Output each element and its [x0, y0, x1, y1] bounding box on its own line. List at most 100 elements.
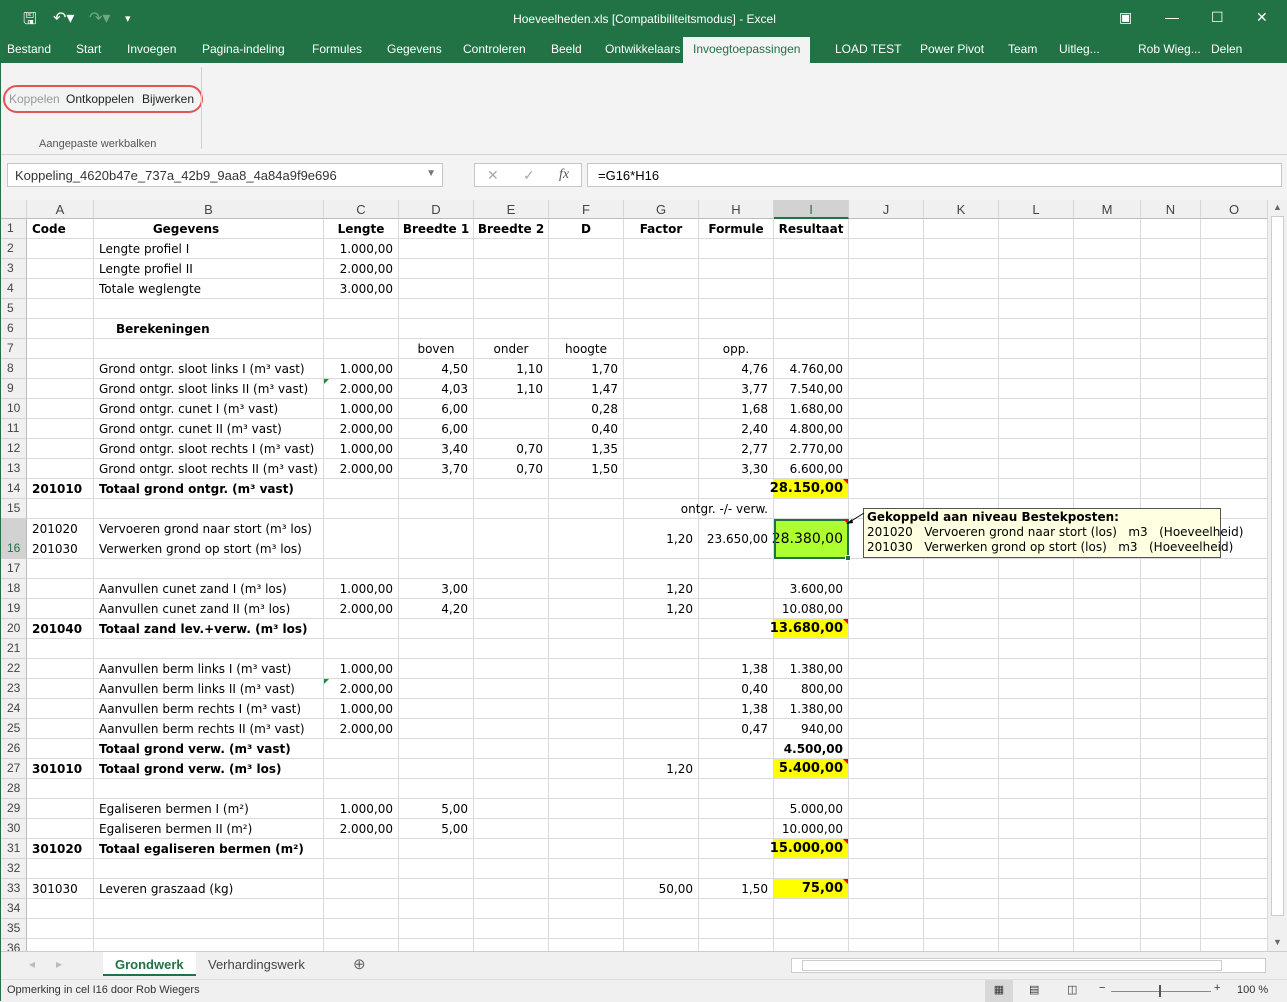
row-header[interactable]: 31: [1, 839, 27, 859]
cell[interactable]: [474, 859, 549, 879]
cell[interactable]: Totale weglengte: [94, 279, 324, 299]
cell[interactable]: [1201, 399, 1268, 419]
cell[interactable]: [1074, 579, 1141, 599]
cell[interactable]: [999, 459, 1074, 479]
cell[interactable]: [1141, 639, 1201, 659]
horizontal-scrollbar[interactable]: [791, 958, 1266, 973]
cell[interactable]: [27, 559, 94, 579]
cell[interactable]: [399, 699, 474, 719]
cell[interactable]: [27, 399, 94, 419]
cell[interactable]: [474, 319, 549, 339]
cell[interactable]: [549, 699, 624, 719]
cell[interactable]: boven: [399, 339, 474, 359]
cell[interactable]: 4,03: [399, 379, 474, 399]
cell[interactable]: [1141, 319, 1201, 339]
cell[interactable]: [1201, 879, 1268, 899]
page-layout-icon[interactable]: ▤: [1029, 983, 1039, 996]
cell[interactable]: [399, 519, 474, 559]
cell[interactable]: [924, 479, 999, 499]
cell[interactable]: [1074, 479, 1141, 499]
cell[interactable]: [1201, 719, 1268, 739]
cell[interactable]: [324, 779, 399, 799]
cell[interactable]: [1201, 259, 1268, 279]
cell[interactable]: 2.000,00: [324, 379, 399, 399]
cell[interactable]: [624, 439, 699, 459]
cell[interactable]: [1201, 359, 1268, 379]
cell[interactable]: [924, 259, 999, 279]
cell[interactable]: [624, 739, 699, 759]
cell[interactable]: 800,00: [774, 679, 849, 699]
cell[interactable]: 1,38: [699, 699, 774, 719]
cell[interactable]: [399, 279, 474, 299]
cell[interactable]: [699, 579, 774, 599]
cell[interactable]: 15.000,00: [770, 839, 849, 859]
cell[interactable]: [1141, 859, 1201, 879]
cell[interactable]: [849, 559, 924, 579]
cell[interactable]: 1,20: [624, 519, 699, 559]
function-icon[interactable]: fx: [559, 167, 569, 183]
cell[interactable]: 1.380,00: [774, 699, 849, 719]
cell[interactable]: [924, 419, 999, 439]
row-header[interactable]: 16: [1, 519, 27, 559]
cell[interactable]: [699, 779, 774, 799]
cell[interactable]: [924, 559, 999, 579]
row-header[interactable]: 1: [1, 219, 27, 239]
cell[interactable]: Factor: [624, 219, 699, 239]
cell[interactable]: [1074, 879, 1141, 899]
cell[interactable]: [27, 359, 94, 379]
cell[interactable]: [849, 839, 924, 859]
cell[interactable]: [474, 819, 549, 839]
cell[interactable]: [1074, 659, 1141, 679]
cell[interactable]: [624, 459, 699, 479]
spreadsheet-grid[interactable]: A B C D E F G H I J K L M N O 1 Code Gegevens Lengte Breedt…: [1, 200, 1268, 951]
column-header-G[interactable]: G: [624, 200, 699, 219]
cell[interactable]: [924, 639, 999, 659]
cell[interactable]: 2.000,00: [324, 819, 399, 839]
cell[interactable]: [624, 859, 699, 879]
cell[interactable]: [1201, 699, 1268, 719]
cell[interactable]: [774, 259, 849, 279]
cell[interactable]: [27, 579, 94, 599]
cell[interactable]: [924, 719, 999, 739]
cell[interactable]: [474, 799, 549, 819]
cell[interactable]: [999, 619, 1074, 639]
cell[interactable]: [1074, 779, 1141, 799]
cell[interactable]: [699, 939, 774, 951]
cell[interactable]: [1141, 699, 1201, 719]
cell[interactable]: 2.000,00: [324, 419, 399, 439]
cell[interactable]: [1201, 279, 1268, 299]
cell[interactable]: [549, 879, 624, 899]
cell[interactable]: [924, 659, 999, 679]
cell[interactable]: [1201, 779, 1268, 799]
cell[interactable]: [1141, 779, 1201, 799]
cell[interactable]: 4.800,00: [774, 419, 849, 439]
cell[interactable]: [699, 919, 774, 939]
cell[interactable]: [624, 839, 699, 859]
cell[interactable]: [1074, 739, 1141, 759]
cell[interactable]: [1074, 459, 1141, 479]
cell[interactable]: [399, 739, 474, 759]
cell[interactable]: opp.: [699, 339, 774, 359]
cell[interactable]: [1201, 339, 1268, 359]
cell[interactable]: [1201, 759, 1268, 779]
cell[interactable]: [27, 719, 94, 739]
cell[interactable]: [549, 819, 624, 839]
cell[interactable]: [474, 619, 549, 639]
cell[interactable]: 2.770,00: [774, 439, 849, 459]
cell[interactable]: [849, 759, 924, 779]
cell[interactable]: [399, 859, 474, 879]
cell[interactable]: [474, 659, 549, 679]
cell[interactable]: [849, 939, 924, 951]
cell[interactable]: 0,70: [474, 439, 549, 459]
cell[interactable]: [924, 439, 999, 459]
tab-ontwikkelaars[interactable]: Ontwikkelaars: [605, 42, 680, 56]
cell[interactable]: 201010: [27, 479, 94, 499]
cell[interactable]: [549, 619, 624, 639]
cell[interactable]: [624, 379, 699, 399]
cell[interactable]: 1,50: [549, 459, 624, 479]
scroll-up-icon[interactable]: ▲: [1273, 202, 1282, 212]
cell[interactable]: 1,68: [699, 399, 774, 419]
cell[interactable]: [27, 599, 94, 619]
row-header[interactable]: 18: [1, 579, 27, 599]
cell[interactable]: [774, 779, 849, 799]
